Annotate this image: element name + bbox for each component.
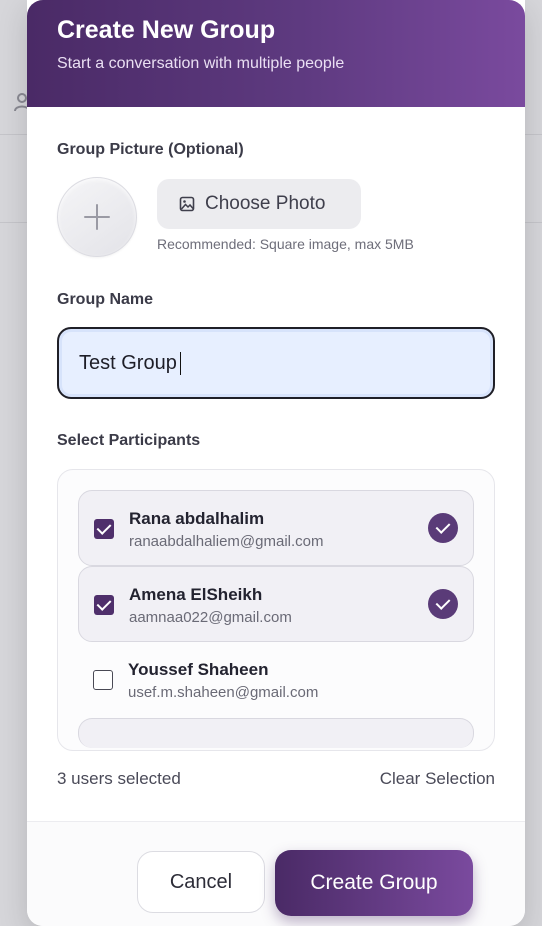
modal-subtitle: Start a conversation with multiple peopl… — [57, 55, 345, 72]
modal-title: Create New Group — [57, 16, 276, 44]
participant-item[interactable]: Youssef Shaheen usef.m.shaheen@gmail.com — [78, 642, 474, 718]
participant-email: ranaabdalhaliem@gmail.com — [129, 533, 324, 550]
participant-checkbox[interactable] — [93, 670, 113, 690]
participant-checkbox[interactable] — [94, 519, 114, 539]
clear-selection-button[interactable]: Clear Selection — [380, 769, 495, 789]
participant-item-partial[interactable] — [78, 718, 474, 748]
participant-item[interactable]: Rana abdalhalim ranaabdalhaliem@gmail.co… — [78, 490, 474, 566]
photo-hint: Recommended: Square image, max 5MB — [157, 236, 414, 252]
check-circle-icon — [428, 513, 458, 543]
participant-checkbox[interactable] — [94, 595, 114, 615]
plus-icon — [84, 204, 110, 230]
participants-list[interactable]: Rana abdalhalim ranaabdalhaliem@gmail.co… — [57, 469, 495, 751]
participant-name: Amena ElSheikh — [129, 585, 263, 604]
selected-count: 3 users selected — [57, 769, 181, 788]
group-picture-label: Group Picture (Optional) — [57, 141, 244, 158]
participant-email: aamnaa022@gmail.com — [129, 609, 292, 626]
participant-name: Youssef Shaheen — [128, 660, 269, 679]
create-group-button[interactable]: Create Group — [275, 850, 473, 916]
group-avatar-upload[interactable] — [57, 177, 137, 257]
text-caret — [180, 352, 181, 375]
create-group-modal: Create New Group Start a conversation wi… — [27, 0, 525, 926]
image-icon — [179, 196, 195, 212]
group-name-label: Group Name — [57, 291, 154, 308]
choose-photo-label: Choose Photo — [205, 193, 326, 214]
group-name-input[interactable] — [57, 327, 495, 399]
participants-label: Select Participants — [57, 432, 201, 449]
modal-header: Create New Group Start a conversation wi… — [27, 0, 525, 107]
participant-item[interactable]: Amena ElSheikh aamnaa022@gmail.com — [78, 566, 474, 642]
check-circle-icon — [428, 589, 458, 619]
participant-email: usef.m.shaheen@gmail.com — [128, 684, 319, 701]
choose-photo-button[interactable]: Choose Photo — [157, 179, 361, 229]
participant-name: Rana abdalhalim — [129, 509, 265, 528]
cancel-button[interactable]: Cancel — [137, 851, 265, 913]
